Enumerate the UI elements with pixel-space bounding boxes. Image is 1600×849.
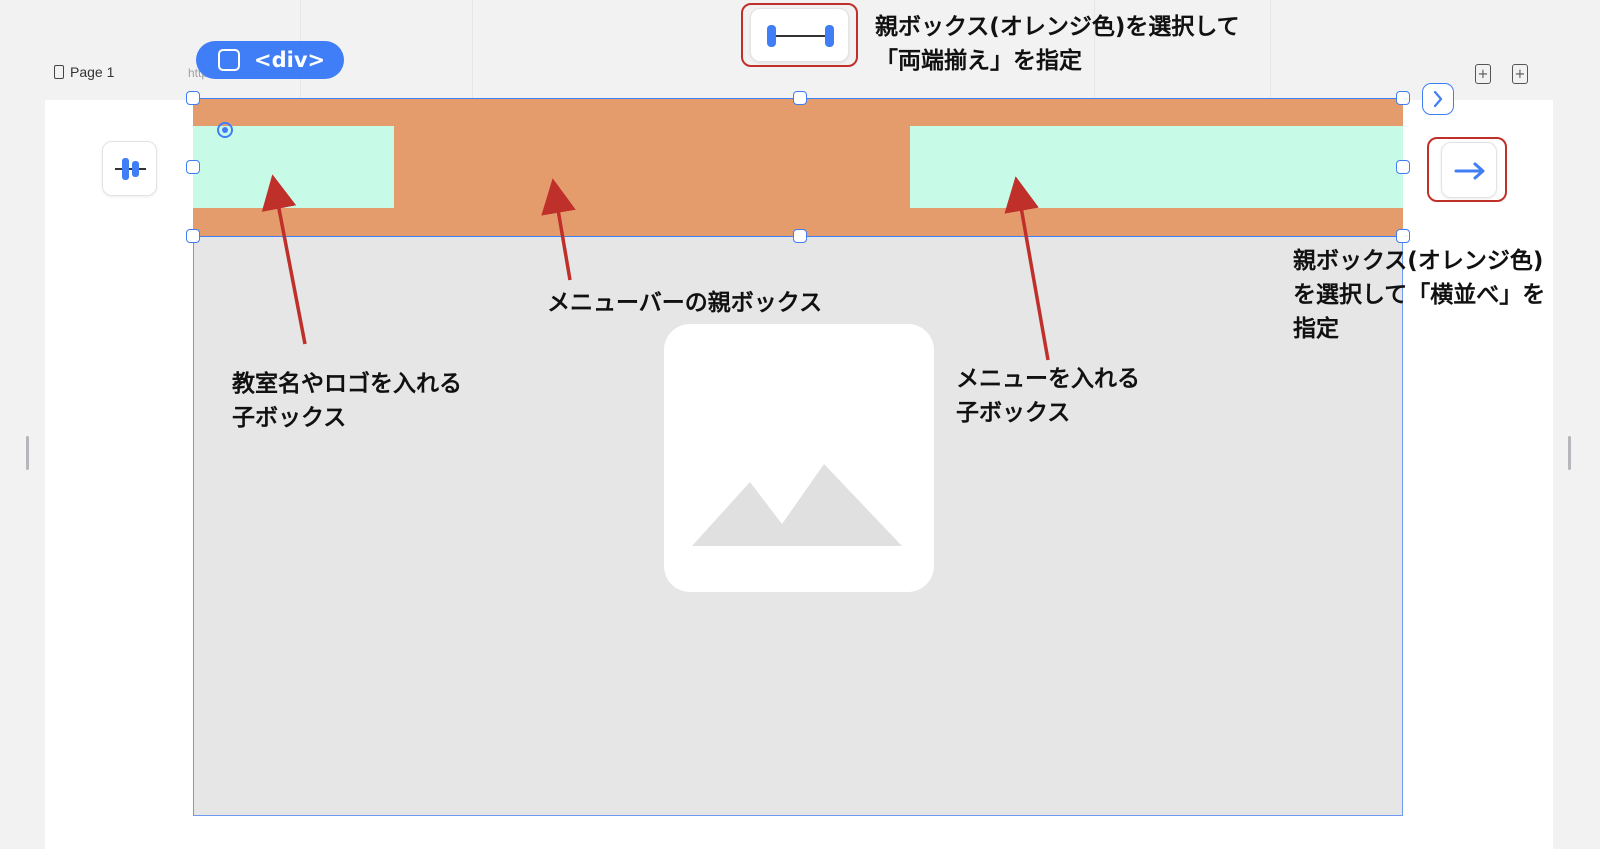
annotation-menu-child: メニューを入れる 子ボックス [956, 366, 1140, 426]
annotation-horizontal: 親ボックス(オレンジ色) を選択して「横並べ」を 指定 [1293, 244, 1545, 346]
annotation-parent-box: メニューバーの親ボックス [547, 290, 823, 316]
annotation-justify: 親ボックス(オレンジ色)を選択して 「両端揃え」を指定 [875, 10, 1240, 78]
arrow-logo-child [261, 174, 307, 345]
annotation-horizontal-text: 親ボックス(オレンジ色) を選択して「横並べ」を 指定 [1293, 248, 1546, 342]
annotation-logo-child: 教室名やロゴを入れる 子ボックス [232, 371, 462, 431]
arrow-parent-box [541, 178, 576, 281]
annotation-justify-text: 親ボックス(オレンジ色)を選択して 「両端揃え」を指定 [875, 14, 1240, 74]
arrow-menu-child [1004, 176, 1050, 361]
